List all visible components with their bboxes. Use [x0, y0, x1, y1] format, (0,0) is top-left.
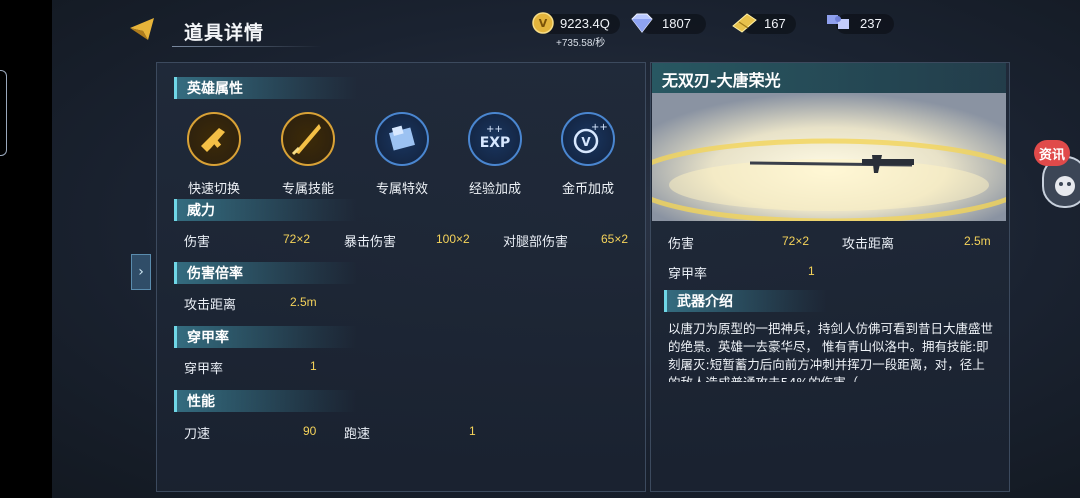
weapon-intro-title: 武器介绍 — [677, 294, 733, 310]
crit-damage-label: 暴击伤害 — [344, 235, 397, 250]
damage-value: 72×2 — [283, 232, 311, 246]
gun-icon — [187, 112, 241, 166]
hero-attr-header: 英雄属性 — [174, 77, 357, 99]
coin-rate: +735.58/秒 — [556, 38, 606, 49]
armor-value: 1 — [310, 359, 317, 373]
diamond-icon — [631, 13, 653, 33]
page-title: 道具详情 — [184, 22, 265, 44]
svg-text:++: ++ — [591, 122, 608, 133]
diamond-amount: 1807 — [662, 15, 691, 31]
performance-header: 性能 — [174, 390, 357, 412]
title-underline — [172, 46, 322, 47]
svg-text:EXP: EXP — [480, 135, 511, 151]
ticket-amount: 167 — [764, 15, 786, 31]
edge-handle[interactable] — [0, 70, 7, 156]
hero-attr-title: 英雄属性 — [187, 81, 243, 97]
coin-icon: V — [532, 12, 554, 34]
weapon-description[interactable]: 以唐刀为原型的一把神兵，持剑人仿佛可看到昔日大唐盛世的绝景。英雄一去豪华尽， 惟… — [668, 320, 994, 382]
expand-arrow-button[interactable]: › — [131, 254, 151, 290]
ticket-icon — [732, 13, 757, 33]
puzzle-icon — [827, 15, 849, 29]
coin-resource[interactable]: V 9223.4Q — [532, 12, 610, 34]
attr-label: 快速切换 — [187, 182, 240, 197]
armor-title: 穿甲率 — [187, 330, 229, 346]
armor-label: 穿甲率 — [184, 362, 224, 377]
weapon-preview-image — [652, 93, 1006, 221]
attr-exp-bonus[interactable]: EXP ++ 经验加成 — [455, 112, 535, 197]
attr-coin-bonus[interactable]: V ++ 金币加成 — [548, 112, 628, 197]
diamond-resource[interactable]: 1807 — [628, 12, 691, 34]
crit-damage-value: 100×2 — [436, 232, 470, 246]
weapon-range-label: 攻击距离 — [842, 237, 895, 252]
svg-text:V: V — [539, 17, 548, 30]
blade-speed-value: 90 — [303, 424, 317, 438]
damage-label: 伤害 — [184, 235, 211, 250]
blade-speed-label: 刀速 — [184, 427, 211, 442]
range-value: 2.5m — [290, 295, 317, 309]
attr-exclusive-skill[interactable]: 专属技能 — [268, 112, 348, 197]
weapon-armor-label: 穿甲率 — [668, 267, 708, 282]
leg-damage-value: 65×2 — [601, 232, 629, 246]
attr-exclusive-effect[interactable]: 专属特效 — [362, 112, 442, 197]
power-title: 威力 — [187, 203, 215, 219]
exp-icon: EXP ++ — [468, 112, 522, 166]
left-black-bar — [0, 0, 52, 498]
ticket-resource[interactable]: 167 — [730, 12, 786, 34]
attr-label: 专属技能 — [281, 182, 334, 197]
run-speed-value: 1 — [469, 424, 476, 438]
attr-label: 专属特效 — [375, 182, 428, 197]
news-badge[interactable]: 资讯 — [1034, 140, 1070, 166]
multiplier-title: 伤害倍率 — [187, 266, 243, 282]
power-header: 威力 — [174, 199, 357, 221]
coin-bonus-icon: V ++ — [561, 112, 615, 166]
attr-label: 经验加成 — [468, 182, 521, 197]
weapon-intro-header: 武器介绍 — [664, 290, 827, 312]
blade-icon — [281, 112, 335, 166]
run-speed-label: 跑速 — [344, 427, 371, 442]
puzzle-resource[interactable]: 237 — [824, 12, 882, 34]
attr-quick-switch[interactable]: 快速切换 — [174, 112, 254, 197]
weapon-armor-value: 1 — [808, 264, 815, 278]
range-label: 攻击距离 — [184, 298, 237, 313]
weapon-name: 无双刃-大唐荣光 — [662, 71, 781, 90]
performance-title: 性能 — [187, 394, 215, 410]
attr-label: 金币加成 — [561, 182, 614, 197]
armor-header: 穿甲率 — [174, 326, 357, 348]
multiplier-header: 伤害倍率 — [174, 262, 357, 284]
coin-amount: 9223.4Q — [560, 15, 610, 31]
weapon-damage-label: 伤害 — [668, 237, 695, 252]
svg-text:V: V — [581, 135, 591, 149]
gift-box-icon — [375, 112, 429, 166]
leg-damage-label: 对腿部伤害 — [503, 235, 569, 250]
svg-text:++: ++ — [486, 124, 503, 135]
back-arrow-icon[interactable] — [128, 16, 158, 44]
weapon-damage-value: 72×2 — [782, 234, 810, 248]
weapon-range-value: 2.5m — [964, 234, 991, 248]
puzzle-amount: 237 — [860, 15, 882, 31]
